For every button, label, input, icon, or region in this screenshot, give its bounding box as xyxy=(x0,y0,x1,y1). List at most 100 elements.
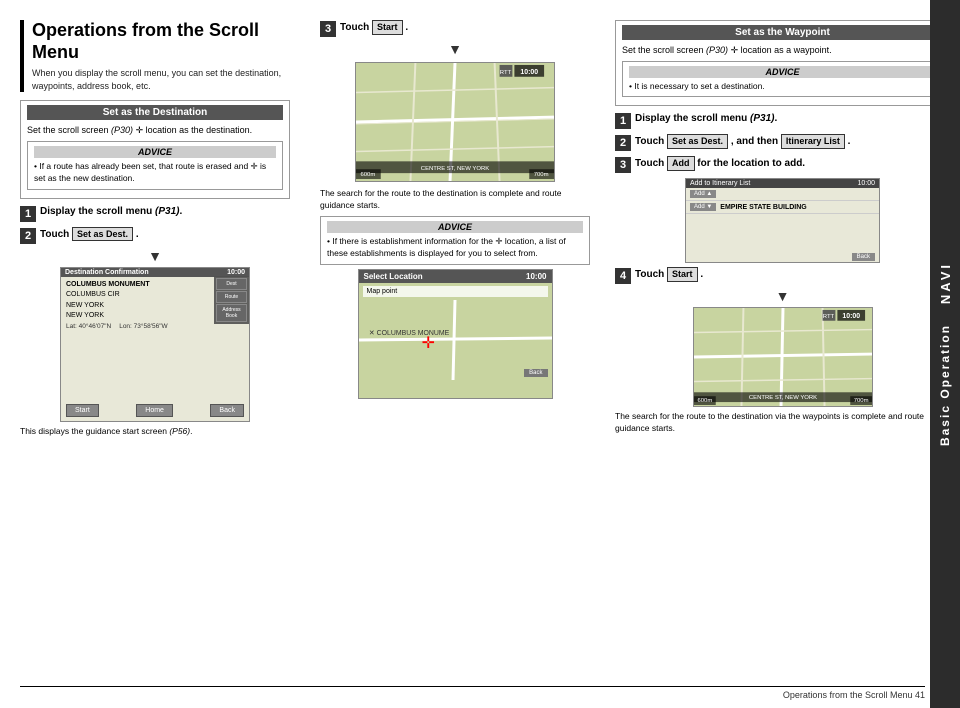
dest-advice-header: ADVICE xyxy=(34,146,276,158)
waypoint-step-4-content: Touch Start . xyxy=(635,267,703,282)
step-1-content: Display the scroll menu (P31). xyxy=(40,205,182,219)
back-button-select-loc[interactable]: Back xyxy=(524,369,547,377)
svg-text:✛: ✛ xyxy=(421,334,434,351)
waypoint-step-4: 4 Touch Start . xyxy=(615,267,950,284)
middle-column: 3 Touch Start . ▼ 10:00 xyxy=(310,20,600,678)
step-1-num: 1 xyxy=(20,206,36,222)
itinerary-title: Add to Itinerary List xyxy=(690,180,750,187)
dest-confirm-screen: Destination Confirmation 10:00 COLUMBUS … xyxy=(60,267,250,422)
svg-text:10:00: 10:00 xyxy=(842,313,860,320)
dest-confirm-buttons: Start Home Back xyxy=(61,402,249,419)
mid-advice-box: ADVICE • If there is establishment infor… xyxy=(320,216,590,265)
svg-text:✕ COLUMBUS MONUME: ✕ COLUMBUS MONUME xyxy=(368,330,449,337)
itinerary-list-btn[interactable]: Itinerary List xyxy=(781,134,845,149)
itinerary-back-wrapper: Back xyxy=(852,253,875,260)
side-panel-route-btn[interactable]: Route xyxy=(216,291,247,303)
svg-text:700m: 700m xyxy=(534,172,549,178)
svg-text:RTT: RTT xyxy=(822,314,834,320)
itinerary-back-btn[interactable]: Back xyxy=(852,253,875,261)
start-button-dest[interactable]: Start xyxy=(66,404,99,417)
itinerary-add-btn-1[interactable]: Add ▲ xyxy=(690,190,716,198)
select-loc-map: ✕ COLUMBUS MONUME ✛ Back xyxy=(359,300,552,380)
step-2-num: 2 xyxy=(20,228,36,244)
select-map-svg: ✕ COLUMBUS MONUME ✛ xyxy=(359,300,552,380)
svg-text:CENTRE ST, NEW YORK: CENTRE ST, NEW YORK xyxy=(748,396,816,402)
waypoint-step-3-content: Touch Add for the location to add. xyxy=(635,156,805,171)
waypoint-step-1-num: 1 xyxy=(615,113,631,129)
down-arrow-3: ▼ xyxy=(615,289,950,303)
select-loc-time: 10:00 xyxy=(526,272,546,281)
itinerary-header: Add to Itinerary List 10:00 xyxy=(686,179,879,188)
main-content: Operations from the Scroll Menu When you… xyxy=(0,0,930,708)
set-dest-header: Set as the Destination xyxy=(27,105,283,120)
map-roads-svg-1: 10:00 RTT CENTRE ST, NEW YORK 600m 700m xyxy=(356,63,554,181)
waypoint-advice-box: ADVICE • It is necessary to set a destin… xyxy=(622,61,943,98)
back-button-dest[interactable]: Home xyxy=(136,404,173,417)
step-2: 2 Touch Set as Dest. . xyxy=(20,227,290,244)
waypoint-advice-text: • It is necessary to set a destination. xyxy=(629,81,936,93)
set-as-destination-section: Set as the Destination Set the scroll sc… xyxy=(20,100,290,198)
dest-advice-box: ADVICE • If a route has already been set… xyxy=(27,141,283,190)
start-button-step3[interactable]: Start xyxy=(372,20,403,35)
waypoint-caption: The search for the route to the destinat… xyxy=(615,411,950,435)
down-arrow-2: ▼ xyxy=(320,42,590,56)
add-btn-waypoint[interactable]: Add xyxy=(667,156,695,171)
waypoint-step-1: 1 Display the scroll menu (P31). xyxy=(615,112,950,129)
left-column: Operations from the Scroll Menu When you… xyxy=(20,20,300,678)
waypoint-step-3: 3 Touch Add for the location to add. xyxy=(615,156,950,173)
navi-label: NAVI xyxy=(938,262,953,304)
dest-confirm-time: 10:00 xyxy=(227,269,245,276)
nav-screen-waypoint: 10:00 RTT CENTRE ST, NEW YORK 600m 700m xyxy=(693,307,873,407)
mid-caption-1: The search for the route to the destinat… xyxy=(320,188,590,212)
svg-text:CENTRE ST, NEW YORK: CENTRE ST, NEW YORK xyxy=(421,166,489,172)
dest-advice-text: • If a route has already been set, that … xyxy=(34,161,276,185)
set-as-dest-button[interactable]: Set as Dest. xyxy=(72,227,133,242)
waypoint-step-1-content: Display the scroll menu (P31). xyxy=(635,112,777,126)
svg-text:700m: 700m xyxy=(853,399,868,405)
select-loc-screen: Select Location 10:00 Map point ✕ COLUMB… xyxy=(358,269,553,399)
basic-op-label: Basic Operation xyxy=(938,324,952,446)
step-2-content: Touch Set as Dest. . xyxy=(40,227,139,242)
step-1: 1 Display the scroll menu (P31). xyxy=(20,205,290,222)
page-subtitle: When you display the scroll menu, you ca… xyxy=(32,67,290,92)
page-footer: Operations from the Scroll Menu 41 xyxy=(20,686,925,700)
page: Operations from the Scroll Menu When you… xyxy=(0,0,960,708)
right-column: Set as the Waypoint Set the scroll scree… xyxy=(610,20,950,678)
side-tab: NAVI Basic Operation xyxy=(930,0,960,708)
side-panel-dest-btn[interactable]: Dest xyxy=(216,278,247,290)
select-loc-map-point[interactable]: Map point xyxy=(363,286,548,297)
svg-text:600m: 600m xyxy=(697,399,712,405)
nav-screen-1: 10:00 RTT CENTRE ST, NEW YORK 600m 700m xyxy=(355,62,555,182)
waypoint-step-4-num: 4 xyxy=(615,268,631,284)
start-btn-waypoint[interactable]: Start xyxy=(667,267,698,282)
side-panel: Dest Route Address Book xyxy=(214,276,249,324)
back-button-dest2[interactable]: Back xyxy=(210,404,244,417)
select-loc-title: Select Location xyxy=(364,272,423,281)
side-panel-addr-btn[interactable]: Address Book xyxy=(216,304,247,322)
step-3-num: 3 xyxy=(320,21,336,37)
itinerary-row-2: Add ▼ EMPIRE STATE BUILDING xyxy=(686,201,879,214)
page-title: Operations from the Scroll Menu xyxy=(32,20,290,63)
mid-advice-header: ADVICE xyxy=(327,221,583,233)
svg-text:600m: 600m xyxy=(360,172,375,178)
waypoint-header: Set as the Waypoint xyxy=(622,25,943,40)
step-3-mid: 3 Touch Start . xyxy=(320,20,590,37)
waypoint-text: Set the scroll screen (P30) ✛ location a… xyxy=(622,44,943,57)
dest-lat: 40°46'07"N xyxy=(79,323,112,330)
footer-text: Operations from the Scroll Menu 41 xyxy=(783,690,925,700)
waypoint-step-2: 2 Touch Set as Dest. , and then Itinerar… xyxy=(615,134,950,151)
set-as-dest-btn-waypoint[interactable]: Set as Dest. xyxy=(667,134,728,149)
itinerary-time: 10:00 xyxy=(857,180,875,187)
step-3-content: Touch Start . xyxy=(340,20,408,35)
itinerary-add-btn-2[interactable]: Add ▼ xyxy=(690,203,716,211)
waypoint-advice-header: ADVICE xyxy=(629,66,936,78)
svg-text:RTT: RTT xyxy=(500,70,512,76)
dest-screen-caption: This displays the guidance start screen … xyxy=(20,426,290,438)
down-arrow-1: ▼ xyxy=(20,249,290,263)
map-roads-svg-2: 10:00 RTT CENTRE ST, NEW YORK 600m 700m xyxy=(694,308,872,406)
itinerary-screen: Add to Itinerary List 10:00 Add ▲ Add ▼ … xyxy=(685,178,880,263)
waypoint-step-3-num: 3 xyxy=(615,157,631,173)
svg-text:10:00: 10:00 xyxy=(520,69,538,76)
dest-confirm-title: Destination Confirmation xyxy=(65,269,149,276)
itinerary-row-1: Add ▲ xyxy=(686,188,879,201)
